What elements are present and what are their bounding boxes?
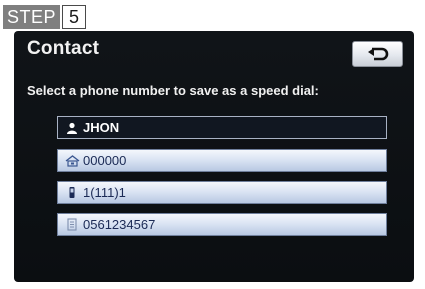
return-arrow-icon: [367, 47, 388, 61]
phone-number: 1(111)1: [83, 185, 126, 200]
step-number: 5: [62, 5, 87, 29]
phone-number-button-home[interactable]: 000000: [57, 149, 387, 172]
mobile-phone-icon: [64, 186, 80, 200]
phone-number-button-mobile[interactable]: 1(111)1: [57, 181, 387, 204]
phone-number: 0561234567: [83, 217, 156, 232]
navigation-screen: Contact Select a phone number to save as…: [14, 31, 414, 282]
step-indicator: STEP 5: [3, 5, 87, 29]
contact-name-row: JHON: [57, 116, 387, 139]
screen-title: Contact: [27, 38, 100, 59]
back-button[interactable]: [352, 41, 403, 67]
phone-number-button-office[interactable]: 0561234567: [57, 213, 387, 236]
phone-number: 000000: [83, 153, 127, 168]
instruction-text: Select a phone number to save as a speed…: [27, 83, 319, 98]
step-label: STEP: [3, 5, 61, 29]
office-phone-icon: [64, 218, 80, 232]
person-icon: [64, 121, 80, 135]
home-phone-icon: [64, 154, 80, 168]
contact-name: JHON: [83, 120, 120, 135]
